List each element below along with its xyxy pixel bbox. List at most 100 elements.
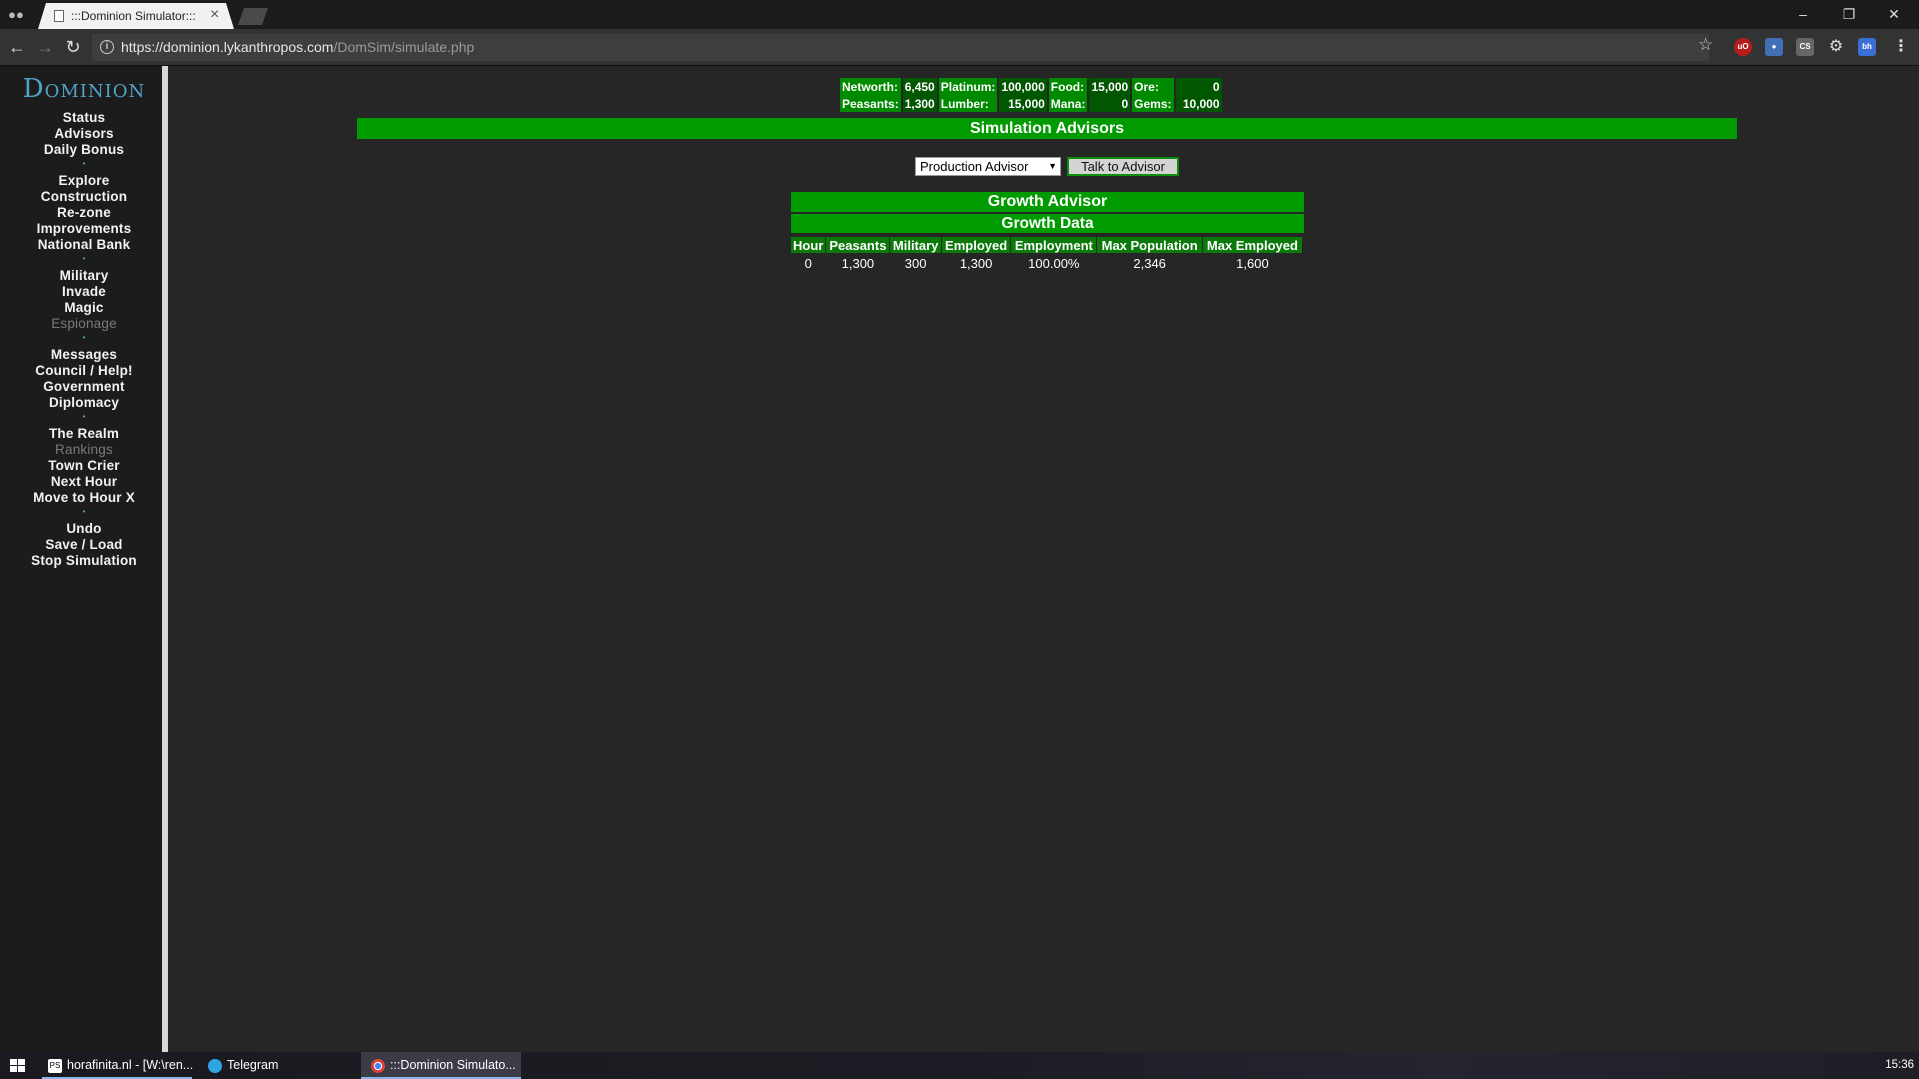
- browser-tab[interactable]: :::Dominion Simulator::: ×: [38, 3, 234, 29]
- lumber-label: Lumber:: [938, 95, 998, 112]
- networth-label: Networth:: [840, 78, 901, 95]
- taskbar-item-chrome[interactable]: :::Dominion Simulato...: [361, 1052, 521, 1079]
- growth-advisor-title: Growth Advisor: [791, 192, 1304, 212]
- ore-value: 0: [1175, 78, 1222, 95]
- forward-icon[interactable]: →: [34, 36, 56, 58]
- taskbar-label: Telegram: [227, 1058, 279, 1072]
- dominion-logo: Dominion: [22, 74, 146, 104]
- sidebar-item-messages[interactable]: Messages: [0, 347, 168, 363]
- table-cell: 300: [904, 256, 927, 271]
- sidebar-item-status[interactable]: Status: [0, 110, 168, 126]
- sidebar-item-national-bank[interactable]: National Bank: [0, 237, 168, 253]
- table-cell: 0: [804, 256, 812, 271]
- resource-summary: Networth: 6,450 Platinum: 100,000 Food: …: [838, 78, 1224, 112]
- address-bar[interactable]: i https://dominion.lykanthropos.com/DomS…: [92, 34, 1709, 61]
- new-tab-button[interactable]: [238, 8, 268, 25]
- page-icon: [54, 10, 64, 22]
- table-cell: 1,300: [959, 256, 993, 271]
- sidebar-item-espionage: Espionage: [51, 316, 117, 331]
- taskbar-item-telegram[interactable]: Telegram: [204, 1052, 354, 1079]
- minimize-icon[interactable]: –: [1788, 3, 1818, 25]
- page-content: Dominion Status Advisors Daily Bonus • Explo…: [0, 66, 1919, 1052]
- growth-column-header: Military: [890, 237, 941, 253]
- sidebar-item-construction[interactable]: Construction: [0, 189, 168, 205]
- platinum-label: Platinum:: [938, 78, 998, 95]
- sidebar-item-advisors[interactable]: Advisors: [0, 126, 168, 142]
- growth-column-header: Max Employed: [1202, 237, 1302, 253]
- reload-icon[interactable]: ↻: [62, 36, 84, 58]
- sidebar-item-improvements[interactable]: Improvements: [0, 221, 168, 237]
- back-icon[interactable]: ←: [6, 36, 28, 58]
- simulation-advisors-header: Simulation Advisors: [357, 118, 1737, 139]
- sidebar-item-invade[interactable]: Invade: [0, 284, 168, 300]
- growth-table-header: Hour Peasants Military Employed Employment Ma…: [791, 237, 1302, 253]
- sidebar-item-save-load[interactable]: Save / Load: [0, 537, 168, 553]
- incognito-icon: ●●: [8, 7, 24, 22]
- mana-value: 0: [1089, 95, 1131, 112]
- extension-css-icon[interactable]: CS: [1796, 38, 1814, 56]
- bookmark-star-icon[interactable]: ☆: [1698, 35, 1713, 55]
- sidebar-item-stop-simulation[interactable]: Stop Simulation: [0, 553, 168, 569]
- growth-advisor-panel: Growth Advisor Growth Data Hour Peasants M…: [791, 192, 1304, 274]
- telegram-icon: [208, 1058, 222, 1073]
- sidebar-item-undo[interactable]: Undo: [0, 521, 168, 537]
- sidebar-item-magic[interactable]: Magic: [0, 300, 168, 316]
- browser-toolbar: ← → ↻ i https://dominion.lykanthropos.co…: [0, 29, 1919, 66]
- sidebar-item-move-to-hour-x[interactable]: Move to Hour X: [0, 490, 168, 506]
- close-tab-icon[interactable]: ×: [210, 6, 219, 24]
- gems-value: 10,000: [1175, 95, 1222, 112]
- sidebar-item-military[interactable]: Military: [0, 268, 168, 284]
- table-cell: 1,600: [1236, 256, 1269, 271]
- table-cell: 100.00%: [1028, 256, 1080, 271]
- info-icon[interactable]: i: [100, 40, 114, 54]
- platinum-value: 100,000: [999, 78, 1047, 95]
- browser-titlebar: ●● :::Dominion Simulator::: × – ❐ ✕: [0, 0, 1919, 29]
- chrome-icon: [371, 1058, 385, 1073]
- mana-label: Mana:: [1048, 95, 1088, 112]
- advisor-select[interactable]: Production Advisor ▼: [915, 157, 1061, 176]
- networth-value: 6,450: [902, 78, 937, 95]
- close-window-icon[interactable]: ✕: [1879, 3, 1909, 25]
- tab-title: :::Dominion Simulator:::: [71, 9, 196, 23]
- menu-icon[interactable]: ⋮: [1893, 38, 1909, 56]
- sidebar-item-the-realm[interactable]: The Realm: [0, 426, 168, 442]
- windows-taskbar: PS horafinita.nl - [W:\ren... Telegram ::…: [0, 1052, 1919, 1079]
- lumber-value: 15,000: [999, 95, 1047, 112]
- sidebar-item-daily-bonus[interactable]: Daily Bonus: [0, 142, 168, 158]
- ublock-icon[interactable]: uO: [1734, 38, 1752, 56]
- table-cell: 1,300: [841, 256, 875, 271]
- profile-icon[interactable]: bh: [1858, 38, 1876, 56]
- taskbar-item-powershell[interactable]: PS horafinita.nl - [W:\ren...: [42, 1052, 194, 1079]
- sidebar-separator-dot: •: [82, 333, 86, 342]
- table-cell: 2,346: [1133, 256, 1166, 271]
- talk-to-advisor-button[interactable]: Talk to Advisor: [1067, 157, 1179, 176]
- sidebar-separator-dot: •: [82, 412, 86, 421]
- sidebar-separator-dot: •: [82, 507, 86, 516]
- restore-icon[interactable]: ❐: [1834, 3, 1864, 25]
- url-text[interactable]: https://dominion.lykanthropos.com/DomSim…: [121, 39, 474, 55]
- sidebar-item-government[interactable]: Government: [0, 379, 168, 395]
- sidebar: Dominion Status Advisors Daily Bonus • Explo…: [0, 66, 168, 1052]
- sidebar-item-re-zone[interactable]: Re-zone: [0, 205, 168, 221]
- sidebar-item-next-hour[interactable]: Next Hour: [0, 474, 168, 490]
- growth-column-header: Hour: [791, 237, 826, 253]
- sidebar-item-rankings: Rankings: [55, 442, 113, 457]
- extension-icon[interactable]: ●: [1765, 38, 1783, 56]
- growth-data-title: Growth Data: [791, 214, 1304, 233]
- taskbar-clock: 15:36: [1885, 1059, 1914, 1071]
- sidebar-item-diplomacy[interactable]: Diplomacy: [0, 395, 168, 411]
- sidebar-item-town-crier[interactable]: Town Crier: [0, 458, 168, 474]
- food-label: Food:: [1048, 78, 1088, 95]
- dropdown-arrow-icon: ▼: [1048, 161, 1057, 171]
- taskbar-label: horafinita.nl - [W:\ren...: [67, 1058, 194, 1072]
- growth-column-header: Employed: [941, 237, 1011, 253]
- powershell-icon: PS: [48, 1058, 62, 1073]
- gear-icon[interactable]: ⚙: [1827, 38, 1845, 56]
- growth-column-header: Peasants: [826, 237, 890, 253]
- gems-label: Gems:: [1132, 95, 1174, 112]
- growth-data-table: Hour Peasants Military Employed Employment Ma…: [790, 235, 1303, 274]
- sidebar-item-explore[interactable]: Explore: [0, 173, 168, 189]
- ore-label: Ore:: [1132, 78, 1174, 95]
- windows-start-icon[interactable]: [10, 1059, 25, 1073]
- sidebar-item-council-help[interactable]: Council / Help!: [0, 363, 168, 379]
